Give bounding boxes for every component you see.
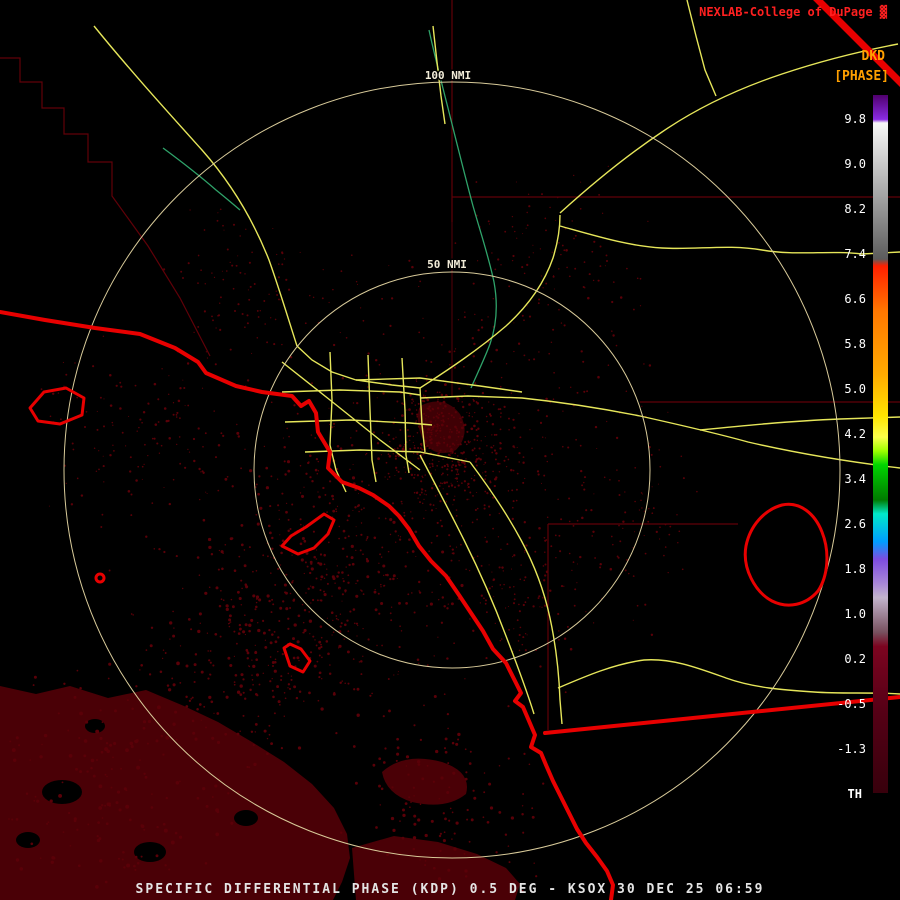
product-code: DKD	[862, 49, 885, 64]
highway-line	[368, 355, 376, 482]
echo-gap	[134, 842, 166, 862]
river-line	[163, 148, 240, 210]
highway-line	[94, 26, 297, 346]
highway-line	[420, 396, 900, 468]
range-ring-label-50: 50 NMI	[427, 258, 467, 271]
highway-line	[420, 215, 560, 388]
county-boundary-line	[0, 58, 210, 356]
radar-echo-region	[382, 759, 467, 805]
us-mexico-border-line	[545, 697, 900, 733]
product-phase: [PHASE]	[834, 69, 889, 84]
highway-line	[282, 390, 420, 395]
colorbar-threshold-label: TH	[816, 787, 862, 801]
echo-gap	[16, 832, 40, 848]
highway-line	[297, 346, 420, 388]
echo-gap	[42, 780, 82, 804]
echo-layer	[0, 166, 698, 900]
echo-gap	[85, 719, 105, 733]
highway-line	[558, 660, 900, 694]
radar-display: 50 NMI 100 NMI NEXLAB-College of DuPage …	[0, 0, 900, 900]
radar-map: 50 NMI 100 NMI	[0, 0, 900, 900]
san-nicolas-island	[30, 388, 84, 424]
santa-barbara-island	[96, 574, 104, 582]
highway-line	[560, 226, 900, 254]
highway-line	[356, 378, 522, 392]
highway-line	[420, 455, 534, 714]
colorbar	[873, 95, 888, 793]
echo-gap	[234, 810, 258, 826]
rivers-layer	[163, 30, 496, 388]
product-caption: SPECIFIC DIFFERENTIAL PHASE (KDP) 0.5 DE…	[0, 882, 900, 897]
roads-layer	[94, 0, 900, 724]
highway-line	[700, 417, 900, 430]
range-ring-label-100: 100 NMI	[425, 69, 471, 82]
catalina-island	[282, 514, 334, 554]
salton-sea-outline	[745, 504, 827, 605]
attribution: NEXLAB-College of DuPage ▓	[699, 5, 887, 19]
